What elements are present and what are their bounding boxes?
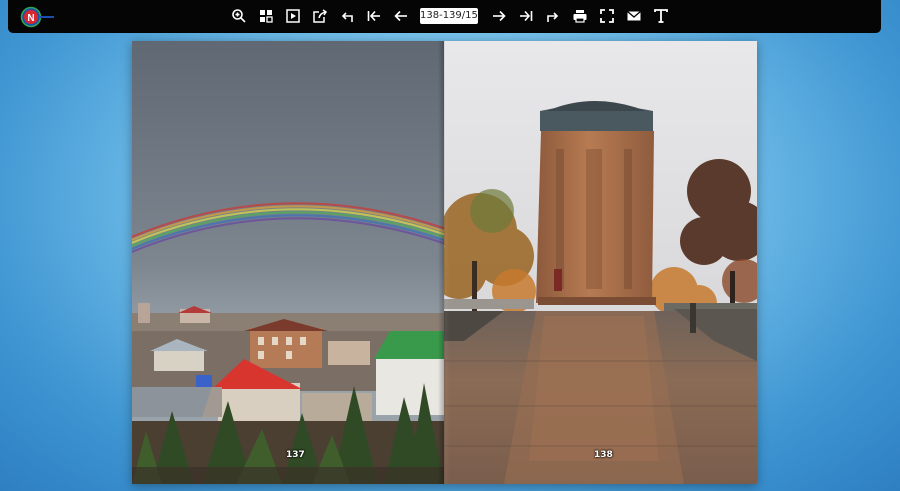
momine-khatun-mausoleum-photo [444, 41, 757, 484]
autoplay-icon [286, 9, 300, 23]
book-spine [438, 41, 450, 484]
fullscreen-button[interactable] [598, 7, 616, 25]
next-page-icon [493, 10, 506, 22]
redo-icon [547, 12, 559, 22]
first-page-button[interactable] [365, 7, 383, 25]
share-button[interactable] [311, 7, 329, 25]
rainbow-over-town-photo [132, 41, 444, 484]
left-page[interactable]: 137 [132, 41, 444, 484]
previous-page-icon [394, 10, 407, 22]
email-icon [627, 11, 641, 21]
left-page-number: 137 [286, 450, 305, 460]
right-page[interactable]: 138 [444, 41, 757, 484]
zoom-in-button[interactable] [230, 7, 248, 25]
autoplay-button[interactable] [284, 7, 302, 25]
right-page-number: 138 [594, 450, 613, 460]
zoom-in-icon [232, 9, 246, 23]
logo-icon[interactable]: N [19, 6, 55, 28]
undo-icon [341, 12, 353, 22]
email-button[interactable] [625, 7, 643, 25]
last-page-icon [520, 10, 533, 22]
last-page-button[interactable] [517, 7, 535, 25]
text-button[interactable] [652, 7, 670, 25]
first-page-icon [367, 10, 380, 22]
text-icon [654, 9, 668, 23]
toolbar: N [8, 0, 881, 33]
print-button[interactable] [571, 7, 589, 25]
fullscreen-icon [600, 9, 614, 23]
print-icon [573, 10, 587, 23]
logo-letter: N [27, 13, 34, 24]
flipbook: 137 138 [132, 41, 757, 484]
thumbnails-button[interactable] [257, 7, 275, 25]
page-number-field[interactable] [420, 8, 478, 24]
undo-button[interactable] [338, 7, 356, 25]
next-page-button[interactable] [490, 7, 508, 25]
thumbnails-icon [260, 10, 273, 23]
redo-button[interactable] [544, 7, 562, 25]
previous-page-button[interactable] [392, 7, 410, 25]
share-icon [313, 9, 328, 23]
